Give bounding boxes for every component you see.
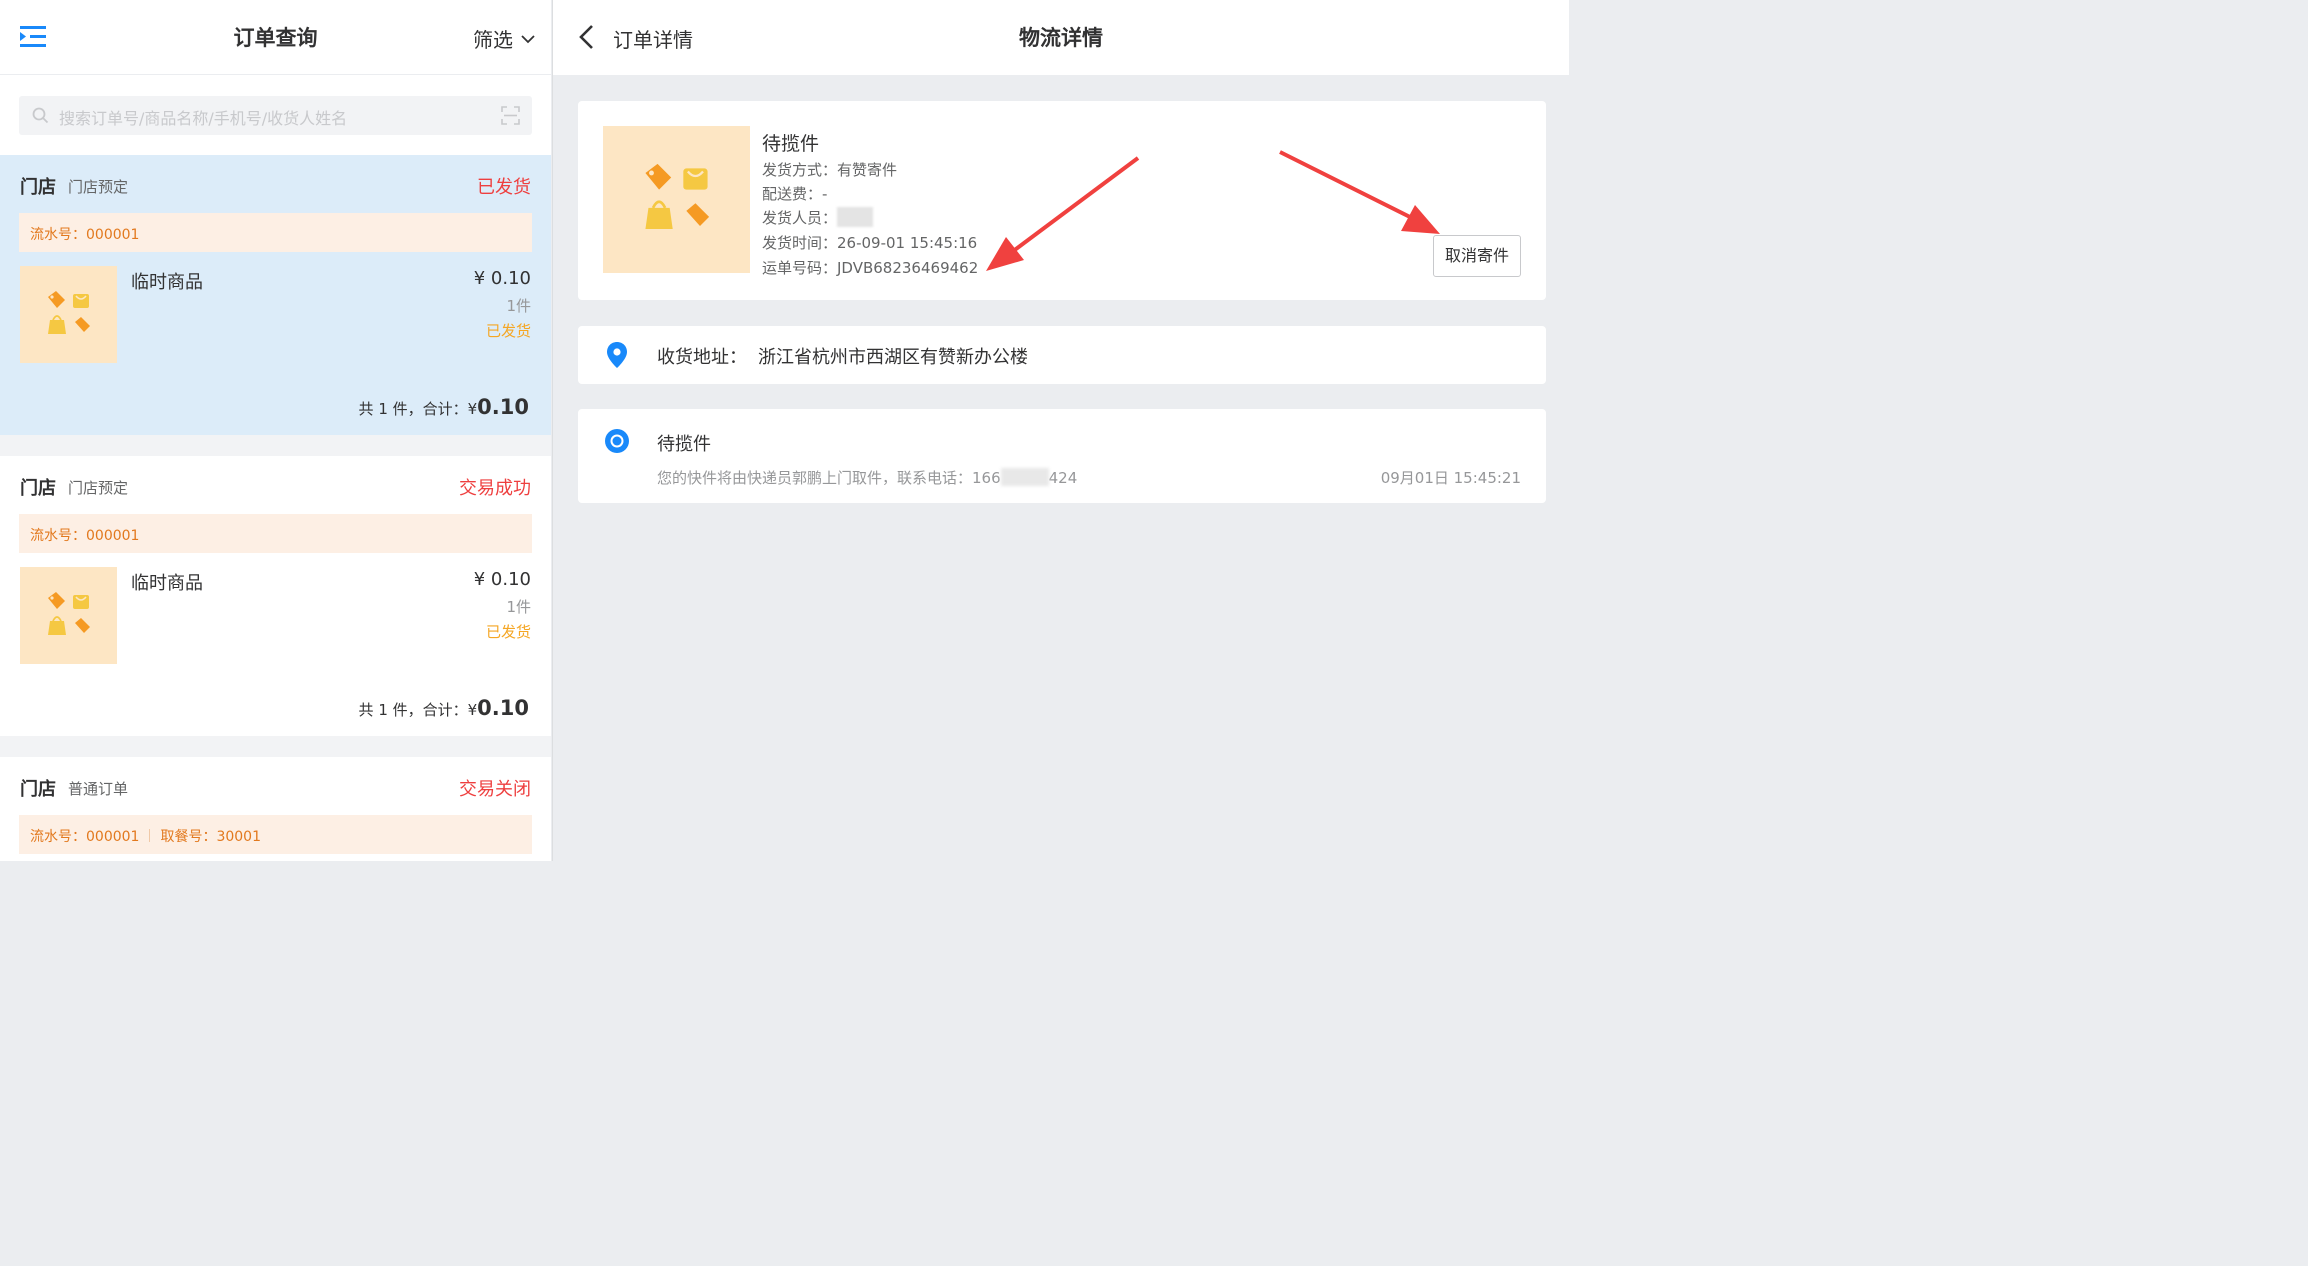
address-value: 浙江省杭州市西湖区有赞新办公楼	[758, 347, 1028, 368]
detail-header: 订单详情 物流详情	[553, 0, 1569, 75]
product-thumbnail	[20, 266, 117, 363]
tracking-status: 待揽件	[657, 434, 711, 455]
filter-label: 筛选	[473, 28, 513, 52]
redacted-name	[837, 207, 874, 227]
tracking-time: 09月01日 15:45:21	[1380, 469, 1521, 487]
serial-number: 流水号：000001	[30, 227, 140, 243]
order-status: 交易成功	[459, 478, 531, 499]
search-input[interactable]: 搜索订单号/商品名称/手机号/收货人姓名	[19, 96, 532, 135]
chevron-down-icon	[521, 34, 535, 43]
staff-label: 发货人员：	[762, 209, 838, 227]
serial-number: 流水号：000001	[30, 829, 140, 845]
order-store: 门店	[20, 779, 56, 800]
shipment-staff: 发货人员：	[762, 207, 874, 228]
order-serial: 流水号：000001 取餐号：30001	[19, 815, 532, 854]
tracking-desc-prefix: 您的快件将由快递员郭鹏上门取件，联系电话：166	[657, 469, 1001, 487]
product-name: 临时商品	[131, 272, 203, 293]
order-store: 门店	[20, 478, 56, 499]
location-pin-icon	[607, 342, 627, 368]
redacted-phone	[1000, 468, 1049, 486]
shipment-method: 发货方式：有赞寄件	[762, 161, 898, 179]
product-name: 临时商品	[131, 573, 203, 594]
order-type: 门店预定	[68, 479, 129, 497]
logistics-detail-pane: 订单详情 物流详情 待揽件 发货方式：有赞寄件 配送费：- 发货人员： 发货时间…	[552, 0, 1569, 861]
order-serial: 流水号：000001	[19, 213, 532, 252]
order-card[interactable]: 门店 普通订单 交易关闭 流水号：000001 取餐号：30001	[0, 757, 551, 861]
total-prefix: 共 1 件，合计：¥	[358, 701, 478, 719]
tracking-card: 待揽件 您的快件将由快递员郭鹏上门取件，联系电话：166 424 09月01日 1…	[578, 409, 1546, 503]
pickup-number: 取餐号：30001	[160, 829, 261, 845]
total-prefix: 共 1 件，合计：¥	[358, 400, 478, 418]
page-title: 订单查询	[233, 26, 318, 50]
address-card: 收货地址： 浙江省杭州市西湖区有赞新办公楼	[578, 326, 1546, 384]
product-qty: 1件	[506, 297, 531, 315]
shipment-time: 发货时间：26-09-01 15:45:16	[762, 234, 978, 252]
product-price: ¥ 0.10	[473, 268, 531, 289]
order-status: 已发货	[477, 177, 531, 198]
order-status: 交易关闭	[459, 779, 531, 800]
total-amount: 0.10	[477, 696, 529, 720]
divider	[149, 829, 151, 842]
product-qty: 1件	[506, 598, 531, 616]
search-bar: 搜索订单号/商品名称/手机号/收货人姓名	[0, 75, 551, 155]
shipment-card: 待揽件 发货方式：有赞寄件 配送费：- 发货人员： 发货时间：26-09-01 …	[578, 101, 1546, 300]
order-store: 门店	[20, 177, 56, 198]
scan-icon[interactable]	[501, 106, 520, 125]
search-placeholder: 搜索订单号/商品名称/手机号/收货人姓名	[59, 109, 348, 128]
serial-number: 流水号：000001	[30, 528, 140, 544]
order-list-pane: 订单查询 筛选 搜索订单号/商品名称/手机号/收货人姓名 门店 门店预定 已发货…	[0, 0, 551, 861]
order-type: 门店预定	[68, 178, 129, 196]
shipment-thumbnail	[603, 126, 750, 273]
total-amount: 0.10	[477, 395, 529, 419]
shopping-icon	[48, 592, 90, 635]
status-dot-icon	[605, 429, 629, 453]
waybill-number: 运单号码：JDVB68236469462	[762, 259, 979, 277]
order-total: 共 1 件，合计：¥0.10	[359, 696, 529, 720]
order-total: 共 1 件，合计：¥0.10	[359, 395, 529, 419]
product-price: ¥ 0.10	[473, 569, 531, 590]
detail-title: 物流详情	[1019, 26, 1103, 50]
ship-status: 已发货	[485, 322, 531, 340]
filter-button[interactable]: 筛选	[473, 24, 535, 53]
order-card[interactable]: 门店 门店预定 交易成功 流水号：000001 临时商品 ¥ 0.10 1件 已…	[0, 456, 551, 736]
shopping-icon	[645, 163, 710, 230]
cancel-shipment-button[interactable]: 取消寄件	[1433, 235, 1521, 277]
address-label: 收货地址：	[657, 347, 747, 368]
order-type: 普通订单	[68, 780, 129, 798]
shopping-icon	[48, 291, 90, 334]
order-serial: 流水号：000001	[19, 514, 532, 553]
shipment-fee: 配送费：-	[762, 185, 828, 203]
tracking-description: 您的快件将由快递员郭鹏上门取件，联系电话：166 424	[657, 467, 1077, 488]
shipment-status: 待揽件	[762, 133, 820, 155]
order-list-header: 订单查询 筛选	[0, 0, 551, 75]
ship-status: 已发货	[485, 623, 531, 641]
order-card[interactable]: 门店 门店预定 已发货 流水号：000001 临时商品 ¥ 0.10 1件 已发…	[0, 155, 551, 435]
product-thumbnail	[20, 567, 117, 664]
tracking-desc-suffix: 424	[1048, 469, 1078, 487]
search-icon	[32, 107, 49, 124]
